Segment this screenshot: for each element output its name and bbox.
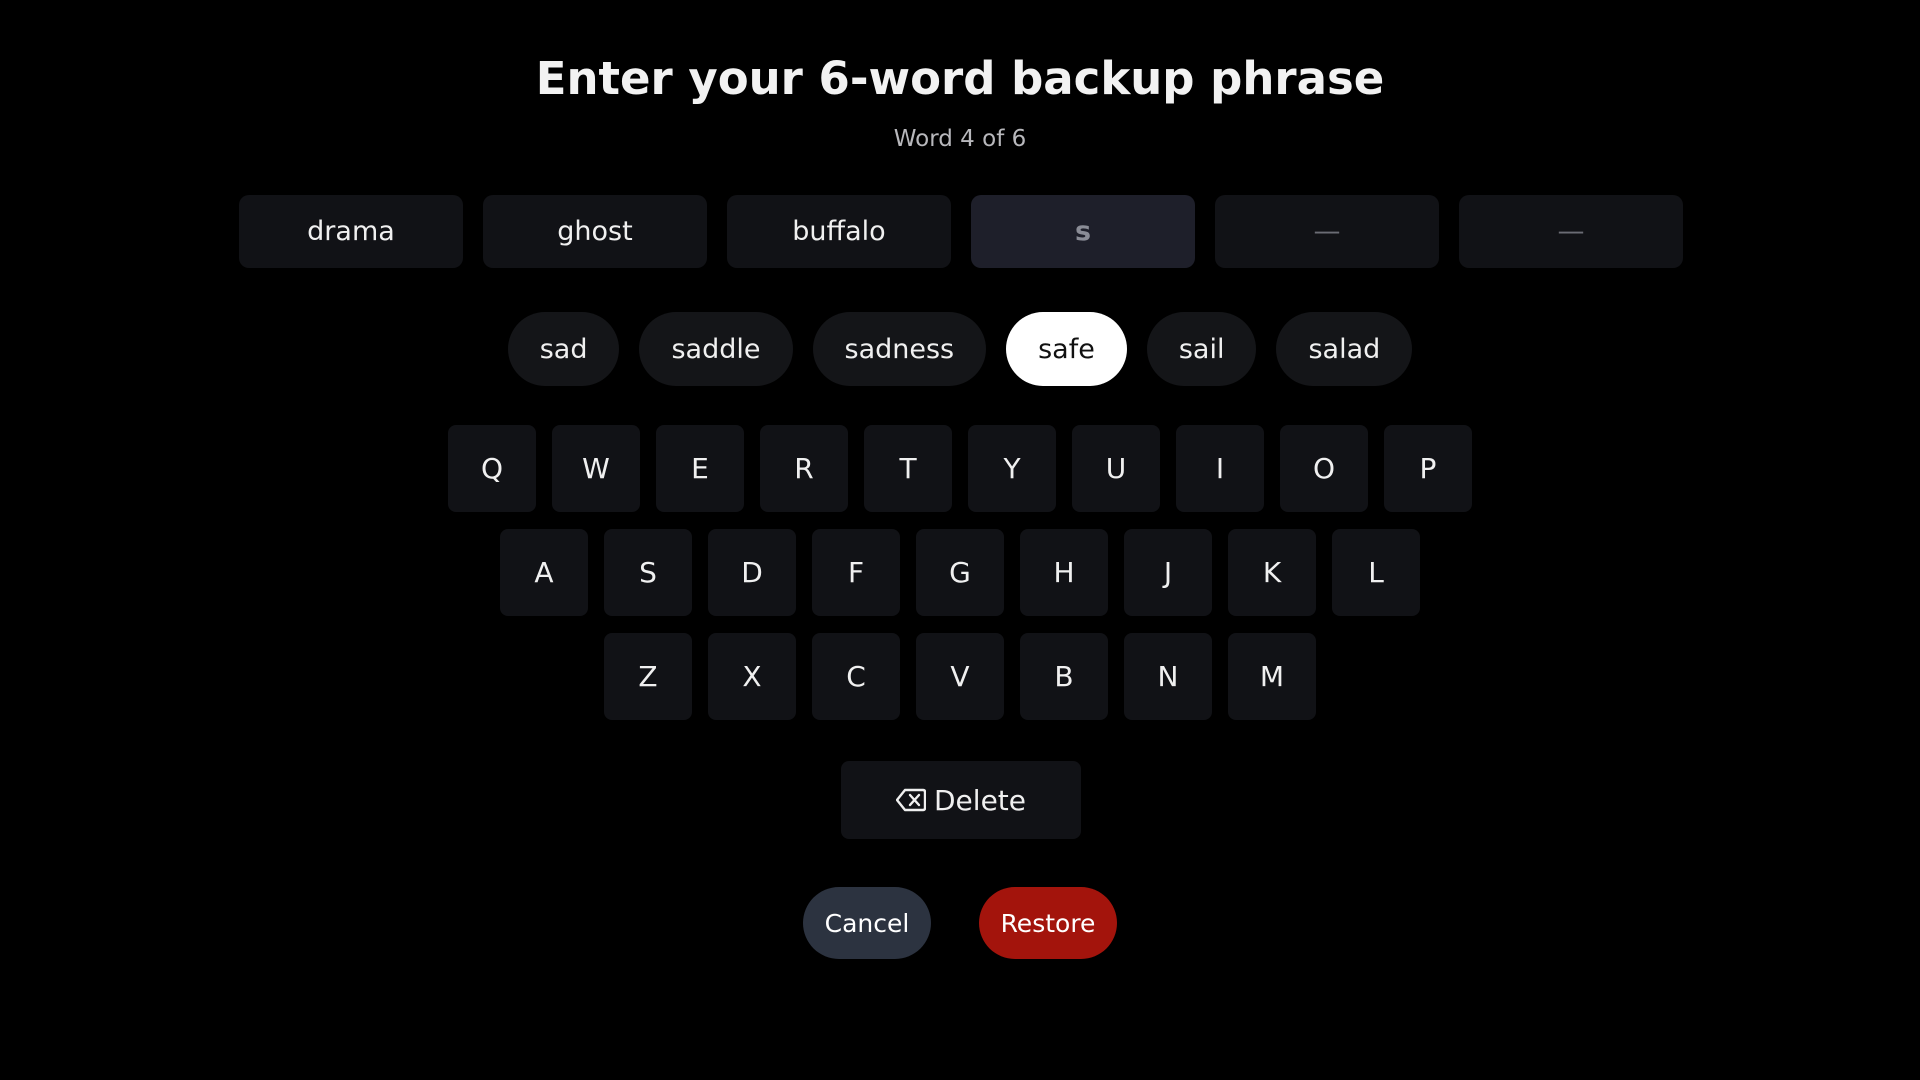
key-b[interactable]: B: [1020, 633, 1108, 720]
restore-button[interactable]: Restore: [979, 887, 1117, 959]
key-t[interactable]: T: [864, 425, 952, 512]
key-s[interactable]: S: [604, 529, 692, 616]
key-f[interactable]: F: [812, 529, 900, 616]
word-slot-4-active[interactable]: s: [971, 195, 1195, 268]
key-p[interactable]: P: [1384, 425, 1472, 512]
key-e[interactable]: E: [656, 425, 744, 512]
key-d[interactable]: D: [708, 529, 796, 616]
key-m[interactable]: M: [1228, 633, 1316, 720]
word-suggestions: sad saddle sadness safe sail salad: [0, 312, 1920, 386]
suggestion-chip[interactable]: salad: [1276, 312, 1413, 386]
key-q[interactable]: Q: [448, 425, 536, 512]
word-slot-1[interactable]: drama: [239, 195, 463, 268]
key-n[interactable]: N: [1124, 633, 1212, 720]
word-progress-label: Word 4 of 6: [893, 126, 1027, 152]
key-z[interactable]: Z: [604, 633, 692, 720]
suggestion-chip[interactable]: sad: [507, 312, 620, 386]
key-j[interactable]: J: [1124, 529, 1212, 616]
suggestion-chip[interactable]: sadness: [812, 312, 987, 386]
on-screen-keyboard: Q W E R T Y U I O P A S D F G H J K L Z …: [0, 425, 1920, 737]
word-slot-3[interactable]: buffalo: [727, 195, 951, 268]
suggestion-chip-selected[interactable]: safe: [1006, 312, 1127, 386]
key-c[interactable]: C: [812, 633, 900, 720]
word-slot-5[interactable]: —: [1215, 195, 1439, 268]
suggestion-chip[interactable]: saddle: [639, 312, 793, 386]
delete-label: Delete: [934, 783, 1026, 817]
word-slots: drama ghost buffalo s — —: [239, 195, 1683, 268]
restore-phrase-screen: Enter your 6-word backup phrase Word 4 o…: [0, 0, 1920, 1080]
key-g[interactable]: G: [916, 529, 1004, 616]
suggestion-chip[interactable]: sail: [1146, 312, 1257, 386]
key-v[interactable]: V: [916, 633, 1004, 720]
delete-button[interactable]: Delete: [841, 761, 1081, 839]
key-u[interactable]: U: [1072, 425, 1160, 512]
key-a[interactable]: A: [500, 529, 588, 616]
page-title: Enter your 6-word backup phrase: [535, 52, 1385, 105]
key-k[interactable]: K: [1228, 529, 1316, 616]
key-r[interactable]: R: [760, 425, 848, 512]
keyboard-row-3: Z X C V B N M: [0, 633, 1920, 720]
key-o[interactable]: O: [1280, 425, 1368, 512]
key-h[interactable]: H: [1020, 529, 1108, 616]
key-y[interactable]: Y: [968, 425, 1056, 512]
key-w[interactable]: W: [552, 425, 640, 512]
backspace-icon: [896, 788, 926, 812]
keyboard-row-2: A S D F G H J K L: [0, 529, 1920, 616]
word-slot-6[interactable]: —: [1459, 195, 1683, 268]
action-buttons: Cancel Restore: [0, 887, 1920, 959]
keyboard-row-1: Q W E R T Y U I O P: [0, 425, 1920, 512]
key-i[interactable]: I: [1176, 425, 1264, 512]
cancel-button[interactable]: Cancel: [803, 887, 931, 959]
key-l[interactable]: L: [1332, 529, 1420, 616]
key-x[interactable]: X: [708, 633, 796, 720]
word-slot-2[interactable]: ghost: [483, 195, 707, 268]
